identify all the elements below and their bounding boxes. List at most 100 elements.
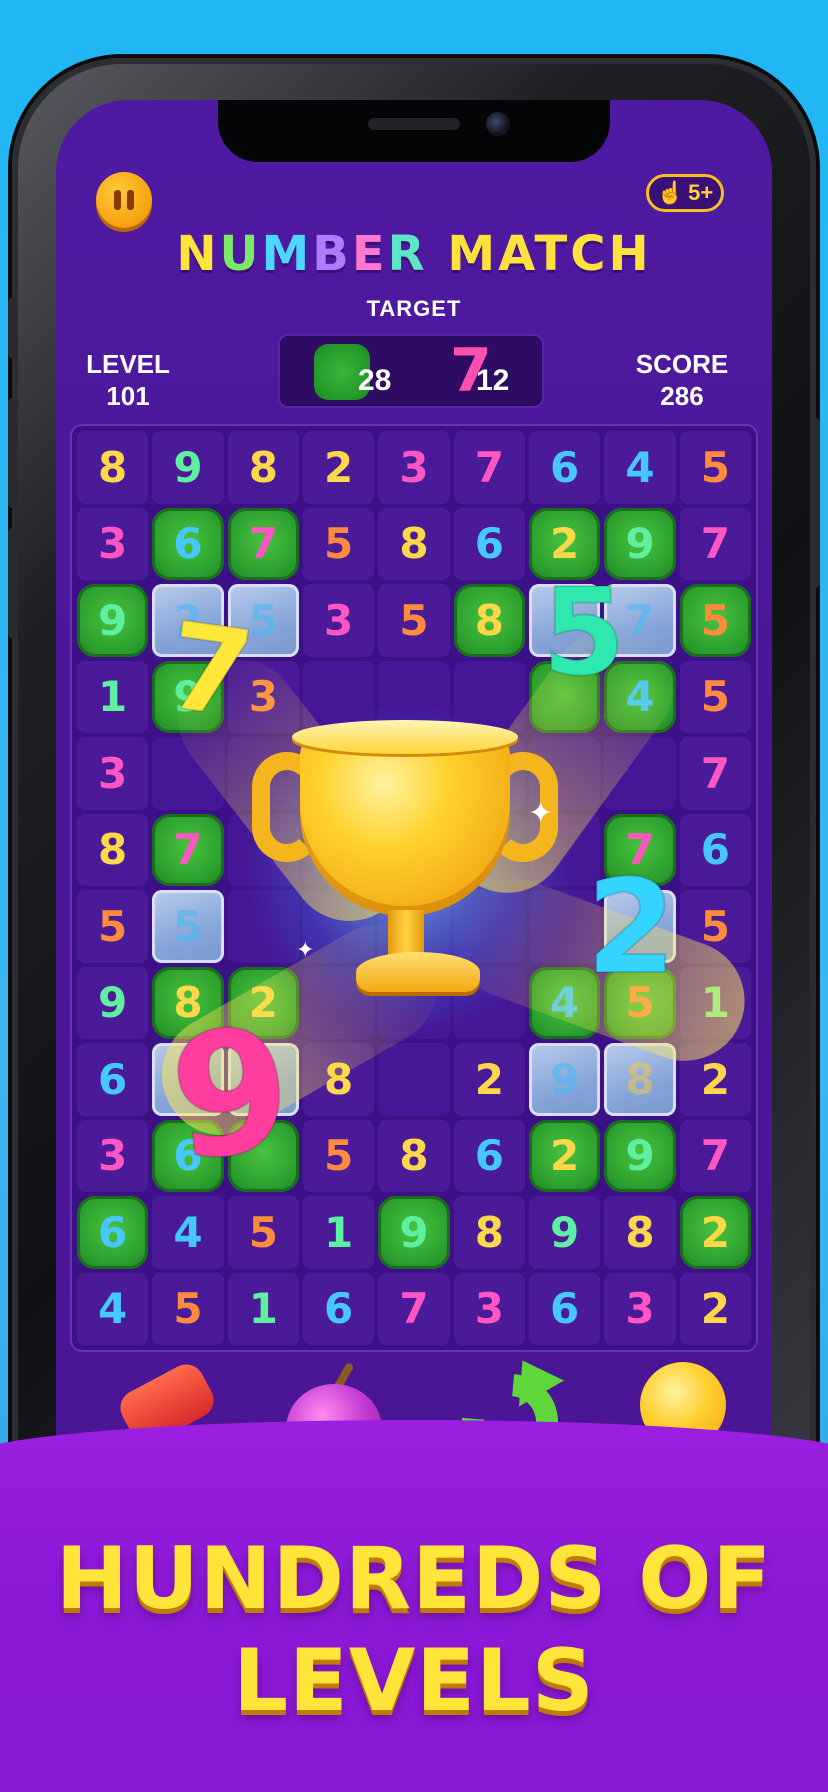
number-cell[interactable]: 2	[679, 1272, 751, 1345]
number-cell[interactable]: 3	[453, 1272, 525, 1345]
number-cell[interactable]: 5	[227, 1196, 299, 1269]
number-cell[interactable]: 6	[529, 1272, 601, 1345]
leaf-tile[interactable]: 7	[227, 507, 299, 580]
leaf-tile[interactable]: 2	[679, 1196, 751, 1269]
number-cell[interactable]: 5	[303, 1119, 375, 1192]
hint-counter-badge[interactable]: ☝ 5+	[646, 174, 724, 212]
number-cell[interactable]: 3	[77, 507, 149, 580]
cell-digit: 6	[324, 1284, 354, 1334]
cell-digit: 3	[625, 1284, 655, 1334]
number-cell[interactable]: 5	[679, 660, 751, 733]
number-cell[interactable]: 8	[227, 431, 299, 504]
number-cell[interactable]: 1	[303, 1196, 375, 1269]
hint-count: 5+	[688, 180, 714, 205]
cell-digit: 2	[700, 1284, 730, 1334]
number-cell[interactable]: 8	[453, 1196, 525, 1269]
sparkle-icon: ✦	[528, 796, 554, 831]
number-cell[interactable]: 3	[604, 1272, 676, 1345]
number-cell[interactable]: 1	[227, 1272, 299, 1345]
title-letter: T	[534, 226, 571, 282]
leaf-tile[interactable]: 9	[604, 1119, 676, 1192]
leaf-tile[interactable]: 7	[152, 813, 224, 886]
number-cell[interactable]: 3	[77, 1119, 149, 1192]
number-cell[interactable]: 4	[604, 431, 676, 504]
number-cell[interactable]: 2	[303, 431, 375, 504]
number-cell[interactable]: 5	[152, 1272, 224, 1345]
ice-tile[interactable]: 5	[152, 890, 224, 963]
number-cell[interactable]: 7	[679, 1119, 751, 1192]
score-display: SCORE 286	[622, 348, 742, 412]
phone-notch	[218, 100, 610, 162]
number-cell[interactable]: 5	[303, 507, 375, 580]
title-letter: R	[387, 226, 428, 282]
cell-digit: 9	[550, 1054, 580, 1104]
number-cell[interactable]: 7	[453, 431, 525, 504]
number-cell[interactable]: 8	[378, 1119, 450, 1192]
cell-digit: 8	[474, 1207, 504, 1257]
leaf-tile[interactable]: 2	[529, 1119, 601, 1192]
number-cell[interactable]: 9	[529, 1196, 601, 1269]
number-cell[interactable]: 4	[77, 1272, 149, 1345]
number-cell[interactable]: 6	[529, 431, 601, 504]
number-cell[interactable]: 6	[453, 1119, 525, 1192]
number-cell[interactable]: 8	[604, 1196, 676, 1269]
cell-digit: 5	[173, 901, 203, 951]
cell-digit: 8	[98, 442, 128, 492]
cell-digit: 1	[248, 1284, 278, 1334]
cell-digit: 1	[98, 672, 128, 722]
number-cell[interactable]: 7	[679, 507, 751, 580]
cell-digit: 8	[98, 825, 128, 875]
number-cell[interactable]: 8	[378, 507, 450, 580]
cell-digit: 3	[399, 442, 429, 492]
number-cell[interactable]: 6	[453, 507, 525, 580]
number-cell[interactable]: 4	[152, 1196, 224, 1269]
cell-digit: 8	[625, 1054, 655, 1104]
number-cell[interactable]: 6	[679, 813, 751, 886]
number-cell[interactable]: 3	[303, 584, 375, 657]
ice-tile[interactable]: 9	[529, 1043, 601, 1116]
number-cell[interactable]: 9	[77, 966, 149, 1039]
number-cell[interactable]: 6	[303, 1272, 375, 1345]
number-cell[interactable]: 1	[77, 660, 149, 733]
number-cell[interactable]: 8	[77, 431, 149, 504]
cell-digit: 5	[700, 595, 730, 645]
leaf-tile[interactable]: 9	[77, 584, 149, 657]
cell-digit: 5	[700, 901, 730, 951]
tagline-line-1: HUNDREDS OF	[55, 1529, 773, 1629]
score-label: SCORE	[635, 349, 729, 379]
flying-number: 7	[158, 596, 262, 747]
number-cell[interactable]: 9	[152, 431, 224, 504]
front-camera	[486, 112, 510, 136]
leaf-tile[interactable]: 6	[77, 1196, 149, 1269]
game-title: NUMBER MATCH	[0, 226, 828, 282]
number-cell[interactable]: 3	[378, 431, 450, 504]
number-cell[interactable]: 5	[77, 890, 149, 963]
pause-icon-bar-left	[114, 190, 121, 210]
leaf-tile[interactable]: 9	[378, 1196, 450, 1269]
cell-digit: 2	[474, 1054, 504, 1104]
leaf-tile[interactable]: 6	[152, 507, 224, 580]
title-letter: U	[219, 226, 262, 282]
cell-digit: 8	[474, 595, 504, 645]
title-letter: A	[498, 226, 535, 282]
cell-digit: 9	[98, 978, 128, 1028]
number-cell[interactable]: 7	[679, 737, 751, 810]
cell-digit: 6	[98, 1054, 128, 1104]
flying-number: 5	[541, 564, 626, 703]
number-cell[interactable]: 3	[77, 737, 149, 810]
sparkle-icon: ✦	[296, 938, 315, 963]
number-cell[interactable]: 7	[378, 1272, 450, 1345]
number-cell[interactable]: 8	[77, 813, 149, 886]
pause-button[interactable]	[96, 172, 152, 228]
cell-digit: 6	[550, 442, 580, 492]
number-cell[interactable]: 6	[77, 1043, 149, 1116]
cell-digit: 1	[324, 1207, 354, 1257]
cell-digit: 3	[98, 748, 128, 798]
number-cell[interactable]: 5	[679, 431, 751, 504]
number-cell[interactable]: 5	[378, 584, 450, 657]
cell-digit: 4	[173, 1207, 203, 1257]
leaf-tile[interactable]: 8	[453, 584, 525, 657]
number-cell[interactable]: 2	[453, 1043, 525, 1116]
leaf-tile[interactable]: 5	[679, 584, 751, 657]
cell-digit: 7	[700, 748, 730, 798]
